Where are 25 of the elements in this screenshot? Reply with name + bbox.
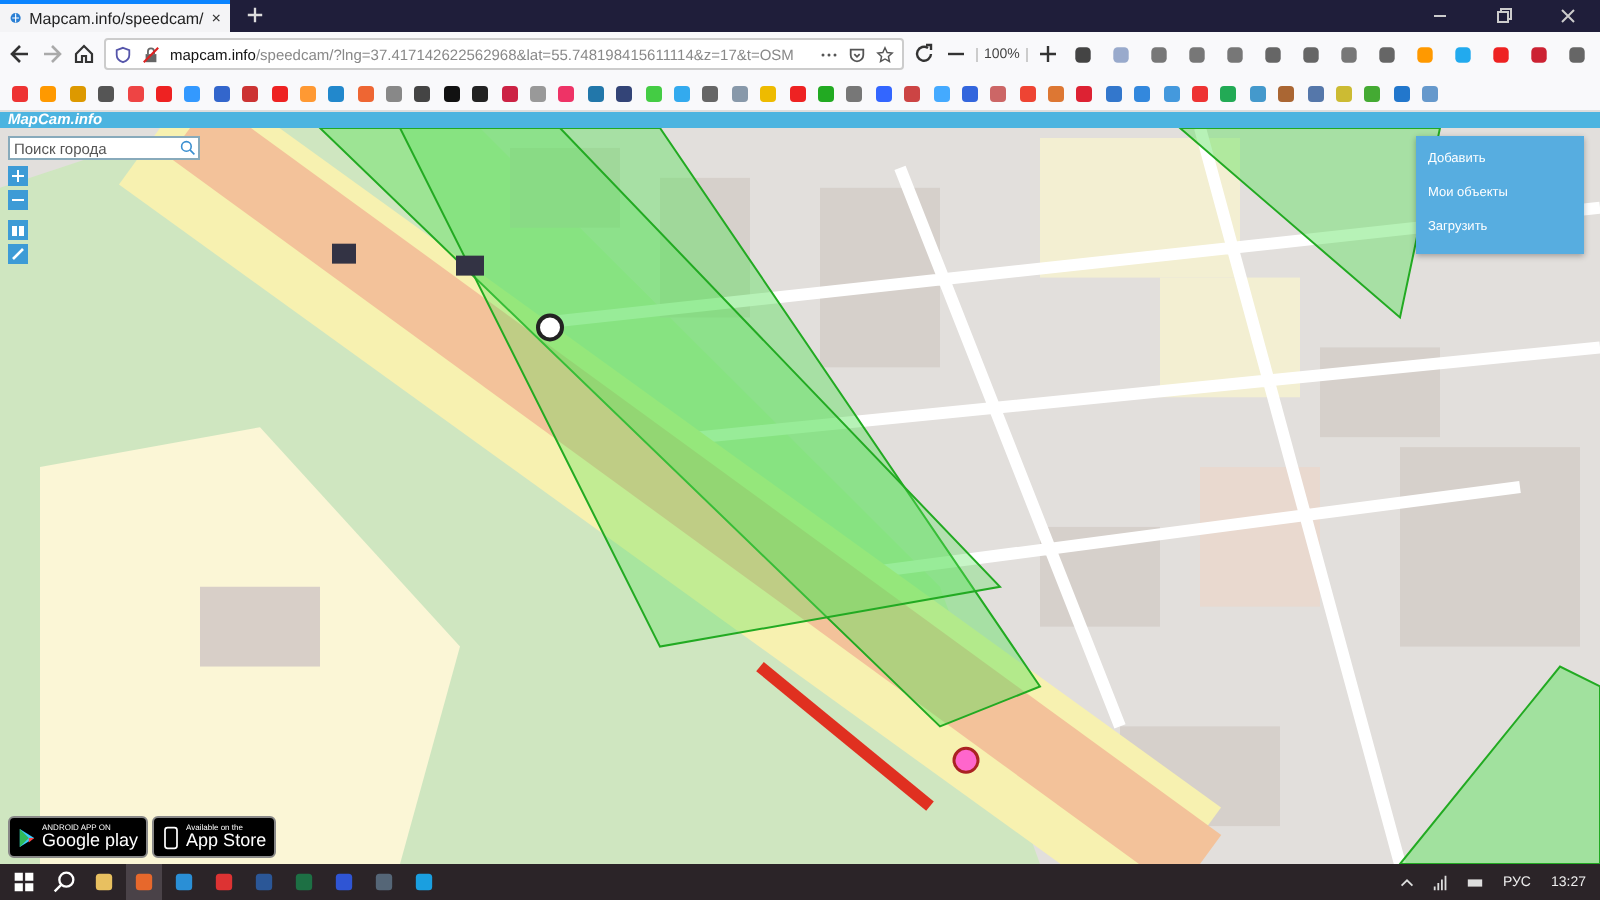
restore-icon[interactable] <box>1494 6 1514 26</box>
new-tab-icon[interactable] <box>246 6 264 24</box>
browser-tab[interactable]: Mapcam.info/speedcam/ <box>0 0 230 32</box>
badge-store-name: Google play <box>42 832 139 850</box>
phone-icon <box>162 825 181 849</box>
battery-icon[interactable] <box>1466 873 1485 891</box>
play-triangle-icon <box>18 825 36 849</box>
ruler-icon[interactable] <box>8 244 28 264</box>
pocket-icon[interactable] <box>848 45 866 63</box>
network-icon[interactable] <box>1432 873 1451 891</box>
prohibition-sign-icon[interactable] <box>536 313 564 342</box>
home-icon[interactable] <box>72 42 96 66</box>
camera-icon[interactable] <box>332 243 356 264</box>
forward-arrow-icon[interactable] <box>40 42 64 66</box>
camera-icon[interactable] <box>456 255 484 276</box>
shield-icon <box>114 45 132 63</box>
globe-icon <box>10 10 22 26</box>
lock-icon <box>142 45 160 63</box>
badge-store-name: App Store <box>186 832 267 850</box>
star-icon[interactable] <box>876 45 894 63</box>
back-arrow-icon[interactable] <box>8 42 32 66</box>
close-icon[interactable] <box>211 12 220 24</box>
reload-icon[interactable] <box>912 42 936 66</box>
zoom-in-icon[interactable] <box>1035 42 1060 66</box>
marker-icon[interactable] <box>952 746 980 774</box>
